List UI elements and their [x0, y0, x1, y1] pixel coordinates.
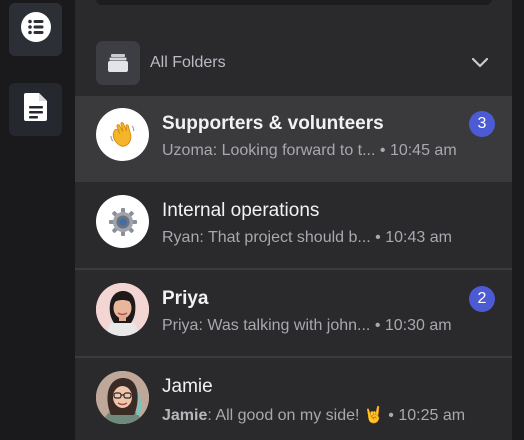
- jamie-photo-avatar: [96, 371, 149, 424]
- left-rail: [0, 0, 75, 440]
- documents-nav-button[interactable]: [9, 83, 62, 136]
- chat-message: Was talking with john...: [207, 317, 371, 334]
- document-icon: [23, 92, 49, 127]
- folder-stack-icon: [96, 41, 140, 85]
- chat-preview: Priya: Was talking with john... • 10:30 …: [162, 317, 452, 334]
- chat-message: All good on my side! 🤘: [215, 407, 384, 424]
- chat-sender: Uzoma: [162, 142, 213, 159]
- waving-hand-icon: [109, 121, 134, 147]
- chat-item-supporters[interactable]: Supporters & volunteers Uzoma: Looking f…: [75, 96, 512, 182]
- chat-item-jamie[interactable]: Jamie Jamie: All good on my side! 🤘 • 10…: [75, 359, 512, 440]
- person-photo-icon: [96, 283, 149, 336]
- folder-selector[interactable]: All Folders: [75, 30, 512, 95]
- chat-time: 10:30 am: [384, 317, 452, 334]
- chevron-down-icon[interactable]: [471, 53, 489, 71]
- chat-message: Looking forward to t...: [221, 142, 376, 159]
- gear-emoji-avatar: [96, 195, 149, 248]
- chat-preview: Ryan: That project should b... • 10:43 a…: [162, 229, 452, 246]
- waving-hand-emoji-avatar: [96, 108, 149, 161]
- list-icon: [20, 11, 52, 48]
- row-divider: [75, 268, 512, 270]
- chat-list-panel: All Folders Supporters & volunteers Uzom…: [75, 0, 512, 440]
- unread-badge: 2: [469, 286, 495, 312]
- priya-photo-avatar: [96, 283, 149, 336]
- folder-label: All Folders: [150, 54, 226, 71]
- chat-message: That project should b...: [207, 229, 371, 246]
- chat-sender: Priya: [162, 317, 199, 334]
- chats-nav-button[interactable]: [9, 3, 62, 56]
- chat-time: 10:45 am: [389, 142, 457, 159]
- chat-sender: Ryan: [162, 229, 200, 246]
- chat-title: Priya: [162, 288, 209, 309]
- chat-title: Supporters & volunteers: [162, 113, 384, 134]
- search-box[interactable]: [96, 0, 492, 5]
- chat-app: All Folders Supporters & volunteers Uzom…: [0, 0, 524, 440]
- chat-preview: Uzoma: Looking forward to t... • 10:45 a…: [162, 142, 457, 159]
- unread-badge: 3: [469, 111, 495, 137]
- chat-title: Internal operations: [162, 200, 320, 221]
- chat-preview: Jamie: All good on my side! 🤘 • 10:25 am: [162, 407, 466, 424]
- row-divider: [75, 356, 512, 358]
- chat-sender: Jamie: [162, 407, 208, 424]
- chat-item-internal-operations[interactable]: Internal operations Ryan: That project s…: [75, 183, 512, 270]
- chat-time: 10:43 am: [385, 229, 452, 246]
- right-edge: [512, 0, 524, 440]
- person-photo-icon: [96, 371, 149, 424]
- chat-time: 10:25 am: [398, 407, 466, 424]
- chat-item-priya[interactable]: Priya Priya: Was talking with john... • …: [75, 271, 512, 358]
- gear-icon: [108, 207, 137, 236]
- chat-title: Jamie: [162, 376, 213, 397]
